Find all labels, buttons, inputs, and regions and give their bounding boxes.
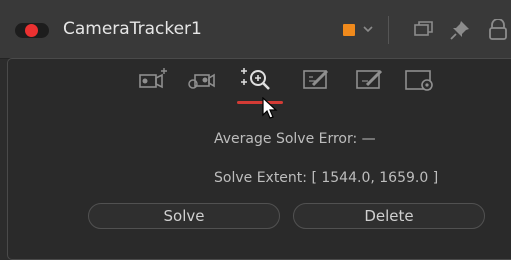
lock-icon[interactable] [487,19,509,41]
header-divider [388,16,389,44]
tool-title: CameraTracker1 [63,19,202,39]
edit-export-icon[interactable] [300,66,336,94]
tool-header: CameraTracker1 [0,0,511,59]
delete-button[interactable]: Delete [293,203,485,229]
enable-toggle-indicator [25,24,38,37]
average-solve-error-label: Average Solve Error: — [214,131,376,147]
pin-icon[interactable] [449,19,471,41]
versions-icon[interactable] [413,19,435,39]
edit-export-alt-icon[interactable] [353,66,389,94]
solve-button[interactable]: Solve [88,203,280,229]
solve-cameras-icon[interactable] [185,66,223,94]
solve-extent-label: Solve Extent: [ 1544.0, 1659.0 ] [214,170,439,186]
chevron-down-icon[interactable] [362,22,374,36]
mouse-cursor-icon [262,97,278,119]
track-camera-icon[interactable] [134,66,172,94]
options-icon[interactable] [402,66,440,94]
tile-color-swatch[interactable] [343,24,355,36]
zoom-solve-icon[interactable] [240,66,276,94]
